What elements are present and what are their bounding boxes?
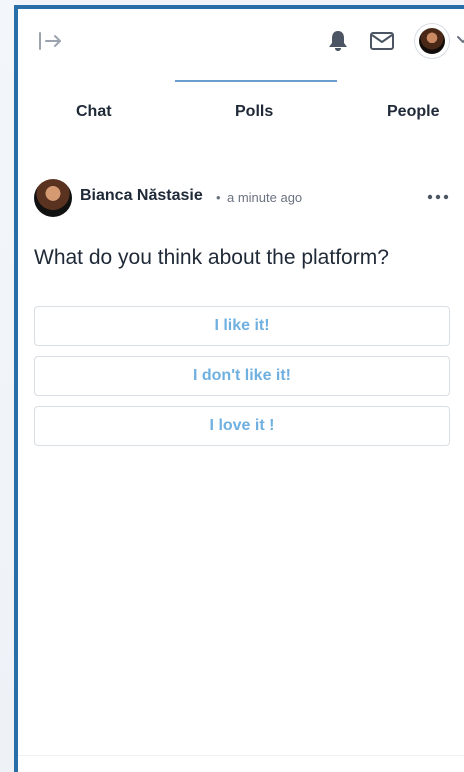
- poll-option-like[interactable]: I like it!: [34, 306, 450, 346]
- meta-separator: •: [216, 190, 221, 205]
- avatar-image: [419, 28, 445, 54]
- post-time: a minute ago: [227, 190, 303, 205]
- bell-icon[interactable]: [327, 29, 349, 53]
- tab-chat[interactable]: Chat: [76, 101, 112, 123]
- mail-icon[interactable]: [369, 30, 395, 52]
- poll-question: What do you think about the platform?: [34, 246, 389, 269]
- top-bar: [18, 9, 464, 73]
- tab-people[interactable]: People: [387, 101, 439, 123]
- poll-option-love[interactable]: I love it !: [34, 406, 450, 446]
- chevron-down-icon[interactable]: [456, 33, 464, 47]
- arrow-right-to-bar-icon[interactable]: [38, 29, 66, 53]
- chat-panel: Chat Polls People Bianca Năstasie • a mi…: [14, 5, 464, 772]
- active-tab-indicator: [175, 80, 337, 82]
- more-options-icon[interactable]: [426, 190, 450, 202]
- author-avatar: [34, 179, 72, 217]
- bottom-divider: [18, 755, 464, 756]
- poll-option-dislike[interactable]: I don't like it!: [34, 356, 450, 396]
- author-name: Bianca Năstasie: [80, 187, 203, 204]
- tab-polls[interactable]: Polls: [235, 101, 273, 123]
- user-avatar[interactable]: [414, 23, 450, 59]
